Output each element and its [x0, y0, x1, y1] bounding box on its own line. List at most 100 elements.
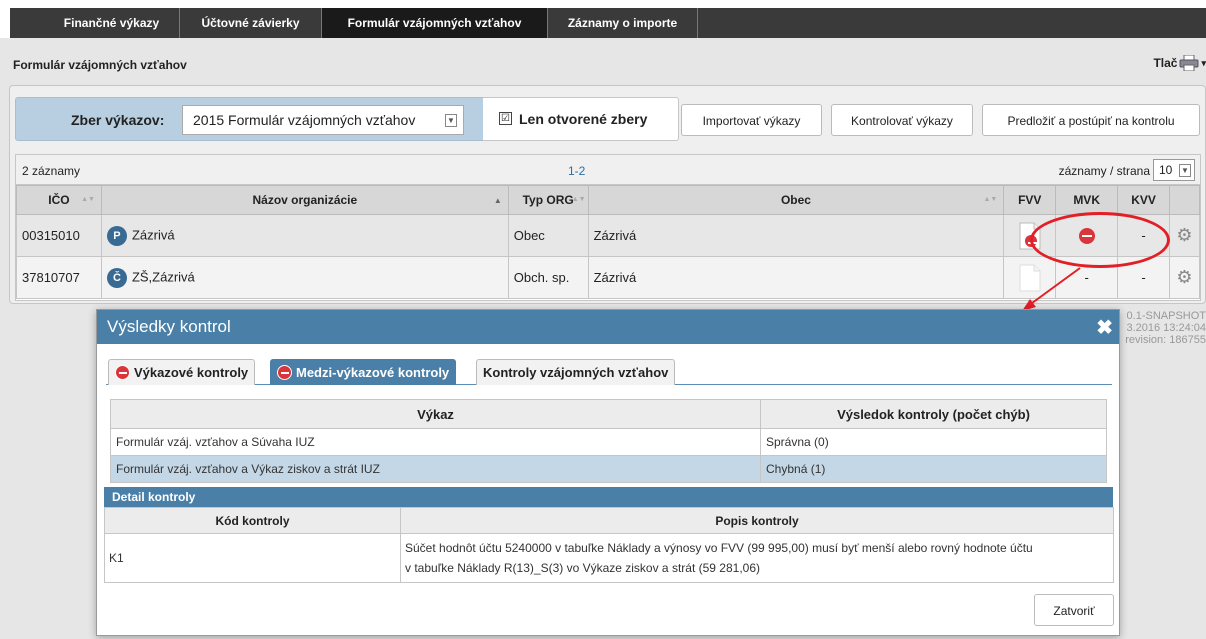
- record-count: 2 záznamy: [22, 164, 81, 178]
- cell-obec: Zázrivá: [587, 214, 1005, 257]
- chevron-down-icon[interactable]: ▼: [1179, 164, 1191, 177]
- cell-vykaz: Formulár vzáj. vzťahov a Súvaha IUZ: [110, 428, 761, 456]
- dialog-tabs: Výkazové kontroly Medzi-výkazové kontrol…: [106, 354, 1112, 385]
- col-kod: Kód kontroly: [104, 507, 401, 534]
- results-table: Výkaz Výsledok kontroly (počet chýb) For…: [110, 399, 1107, 483]
- col-obec[interactable]: Obec ▲▼: [587, 185, 1005, 215]
- version-revision: revision: 186755: [1125, 334, 1206, 346]
- per-page-select[interactable]: 10 ▼: [1153, 159, 1195, 181]
- table-row[interactable]: Formulár vzáj. vzťahov a Súvaha IUZ Sprá…: [110, 428, 1107, 456]
- popis-line: v tabuľke Náklady R(13)_S(3) vo Výkaze z…: [405, 561, 760, 575]
- document-icon[interactable]: [1019, 264, 1041, 292]
- cell-popis: Súčet hodnôt účtu 5240000 v tabuľke Nákl…: [400, 533, 1114, 583]
- pager: 2 záznamy 1-2 záznamy / strana 10 ▼: [16, 155, 1200, 185]
- cell-nazov[interactable]: Č ZŠ,Zázrivá: [100, 256, 509, 299]
- sort-asc-icon[interactable]: ▲: [494, 196, 502, 205]
- no-entry-icon: [115, 365, 130, 380]
- table-row: K1 Súčet hodnôt účtu 5240000 v tabuľke N…: [104, 533, 1114, 583]
- zber-select-value: 2015 Formulár vzájomných vzťahov: [193, 112, 416, 128]
- per-page-label: záznamy / strana: [1058, 164, 1150, 178]
- close-button[interactable]: Zatvoriť: [1034, 594, 1114, 626]
- cell-obec: Zázrivá: [587, 256, 1005, 299]
- tab-financne-vykazy[interactable]: Finančné výkazy: [44, 8, 180, 38]
- version-info: 0.1-SNAPSHOT 3.2016 13:24:04 revision: 1…: [1125, 310, 1206, 346]
- col-mvk: MVK: [1055, 185, 1119, 215]
- col-actions: [1169, 185, 1200, 215]
- cell-vysledok: Správna (0): [760, 428, 1107, 456]
- table-row[interactable]: 00315010 P Zázrivá Obec Zázrivá - ⚙: [16, 214, 1200, 257]
- tab-label: Medzi-výkazové kontroly: [296, 365, 450, 380]
- cell-ico: 00315010: [16, 214, 102, 257]
- col-ico-label: IČO: [48, 193, 70, 207]
- cell-typ: Obch. sp.: [507, 256, 589, 299]
- printer-icon[interactable]: [1179, 54, 1199, 72]
- sort-icon[interactable]: ▲▼: [81, 196, 95, 203]
- organizations-table: IČO ▲▼ Názov organizácie ▲ Typ ORG ▲▼ Obec ▲…: [16, 185, 1200, 299]
- no-entry-icon: [277, 365, 292, 380]
- open-only-checkbox-box: ☑ Len otvorené zbery: [483, 97, 679, 141]
- col-nazov[interactable]: Názov organizácie ▲: [100, 185, 509, 215]
- dialog-title: Výsledky kontrol: [107, 317, 231, 336]
- zber-select[interactable]: 2015 Formulár vzájomných vzťahov ▼: [182, 105, 464, 135]
- col-vykaz: Výkaz: [110, 399, 761, 429]
- tab-uctovne-zavierky[interactable]: Účtovné závierky: [180, 8, 322, 38]
- page-title: Formulár vzájomných vzťahov: [13, 58, 187, 72]
- cell-vykaz: Formulár vzáj. vzťahov a Výkaz ziskov a …: [110, 455, 761, 483]
- col-typ[interactable]: Typ ORG ▲▼: [507, 185, 589, 215]
- zber-filter-box: Zber výkazov: 2015 Formulár vzájomných v…: [15, 97, 488, 141]
- org-type-badge: P: [106, 225, 127, 246]
- cell-fvv[interactable]: [1003, 256, 1057, 299]
- check-button[interactable]: Kontrolovať výkazy: [831, 104, 973, 136]
- col-vysledok: Výsledok kontroly (počet chýb): [760, 399, 1107, 429]
- col-ico[interactable]: IČO ▲▼: [16, 185, 102, 215]
- print-dropdown-icon[interactable]: ▾: [1201, 58, 1206, 69]
- cell-actions[interactable]: ⚙: [1169, 256, 1200, 299]
- cell-vysledok: Chybná (1): [760, 455, 1107, 483]
- page-range[interactable]: 1-2: [568, 164, 585, 178]
- cell-nazov[interactable]: P Zázrivá: [100, 214, 509, 257]
- main-nav-tabs: Finančné výkazy Účtovné závierky Formulá…: [10, 8, 1206, 38]
- version-line: 0.1-SNAPSHOT: [1126, 310, 1206, 322]
- sort-icon[interactable]: ▲▼: [572, 196, 586, 203]
- zber-label: Zber výkazov:: [71, 112, 165, 128]
- table-row[interactable]: 37810707 Č ZŠ,Zázrivá Obch. sp. Zázrivá -…: [16, 256, 1200, 299]
- tab-zaznamy-o-importe[interactable]: Záznamy o importe: [548, 8, 698, 38]
- cell-ico: 37810707: [16, 256, 102, 299]
- table-row[interactable]: Formulár vzáj. vzťahov a Výkaz ziskov a …: [110, 455, 1107, 483]
- results-dialog: Výsledky kontrol ✖ Výkazové kontroly Med…: [96, 309, 1120, 636]
- col-nazov-label: Názov organizácie: [252, 193, 358, 207]
- chevron-down-icon[interactable]: ▼: [445, 114, 457, 127]
- col-typ-label: Typ ORG: [522, 193, 574, 207]
- open-only-checkbox[interactable]: ☑: [499, 112, 512, 125]
- tab-formular-vzajomnych-vztahov[interactable]: Formulár vzájomných vzťahov: [322, 8, 548, 38]
- detail-header: Detail kontroly: [104, 487, 1113, 507]
- results-grid: 2 záznamy 1-2 záznamy / strana 10 ▼ IČO ▲…: [15, 154, 1201, 301]
- submit-button[interactable]: Predložiť a postúpiť na kontrolu: [982, 104, 1200, 136]
- col-obec-label: Obec: [780, 193, 811, 207]
- close-icon[interactable]: ✖: [1096, 315, 1113, 340]
- gear-icon[interactable]: ⚙: [1176, 267, 1192, 287]
- gear-icon[interactable]: ⚙: [1176, 225, 1192, 245]
- print-label: Tlač: [1153, 56, 1178, 70]
- print-button[interactable]: Tlač ▾: [1153, 52, 1206, 74]
- col-fvv: FVV: [1003, 185, 1057, 215]
- col-kvv: KVV: [1117, 185, 1170, 215]
- cell-typ: Obec: [507, 214, 589, 257]
- org-name: ZŠ,Zázrivá: [131, 268, 195, 284]
- sort-icon[interactable]: ▲▼: [983, 196, 997, 203]
- org-name: Zázrivá: [131, 226, 175, 242]
- popis-line: Súčet hodnôt účtu 5240000 v tabuľke Nákl…: [405, 541, 1033, 555]
- cell-actions[interactable]: ⚙: [1169, 214, 1200, 257]
- main-panel: Zber výkazov: 2015 Formulár vzájomných v…: [9, 85, 1206, 304]
- tab-kontroly-vzajomnych-vztahov[interactable]: Kontroly vzájomných vzťahov: [476, 359, 676, 385]
- tab-label: Výkazové kontroly: [134, 365, 249, 380]
- tab-medzi-vykazove-kontroly[interactable]: Medzi-výkazové kontroly: [270, 359, 457, 385]
- highlight-oval: [1030, 212, 1170, 268]
- import-button[interactable]: Importovať výkazy: [681, 104, 822, 136]
- col-popis: Popis kontroly: [400, 507, 1114, 534]
- dialog-header: Výsledky kontrol ✖: [97, 310, 1119, 344]
- version-date: 3.2016 13:24:04: [1126, 322, 1206, 334]
- tab-vykazove-kontroly[interactable]: Výkazové kontroly: [108, 359, 256, 385]
- open-only-label[interactable]: Len otvorené zbery: [519, 111, 647, 127]
- org-type-badge: Č: [106, 267, 127, 288]
